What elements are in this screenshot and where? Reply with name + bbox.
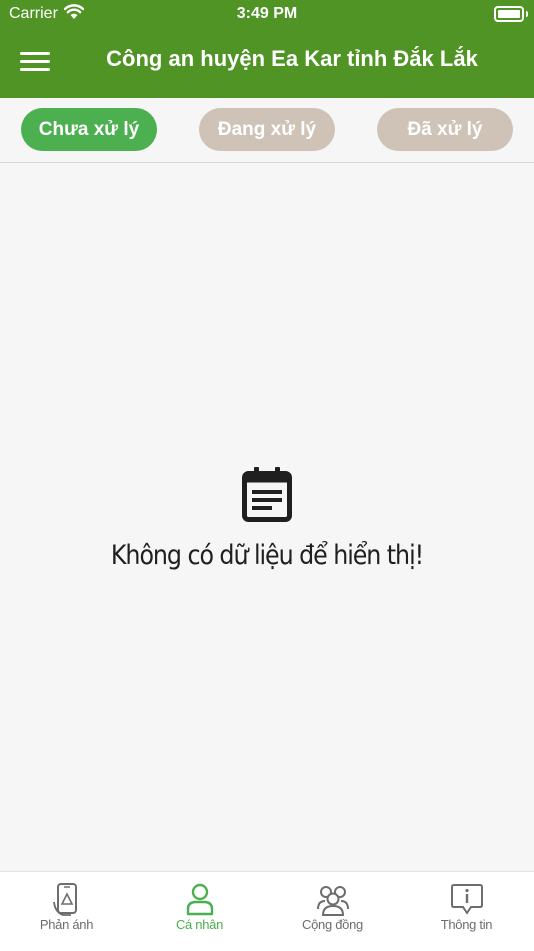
empty-message: Không có dữ liệu để hiển thị! bbox=[110, 540, 424, 571]
app-header: Carrier 3:49 PM Công an huyện Ea Kar tỉn… bbox=[0, 0, 534, 98]
page-title: Công an huyện Ea Kar tỉnh Đắk Lắk bbox=[106, 46, 478, 71]
status-bar: Carrier 3:49 PM bbox=[0, 0, 534, 28]
info-message-icon bbox=[450, 884, 483, 915]
nav-item-ca-nhan[interactable]: Cá nhân bbox=[133, 882, 266, 944]
document-list-icon bbox=[242, 467, 292, 522]
tab-chua-xu-ly[interactable]: Chưa xử lý bbox=[21, 108, 157, 151]
hamburger-menu-icon[interactable] bbox=[20, 50, 52, 74]
community-icon bbox=[316, 886, 349, 916]
bottom-navigation: Phản ánh Cá nhân Cộng đồng Thông tin bbox=[0, 871, 534, 951]
user-icon bbox=[186, 883, 213, 916]
nav-label-cong-dong: Cộng đồng bbox=[302, 917, 363, 932]
battery-icon bbox=[494, 6, 524, 22]
phone-report-icon bbox=[52, 883, 77, 916]
status-time: 3:49 PM bbox=[236, 5, 298, 22]
nav-item-phan-anh[interactable]: Phản ánh bbox=[0, 882, 133, 944]
nav-item-thong-tin[interactable]: Thông tin bbox=[400, 882, 533, 944]
tab-da-xu-ly[interactable]: Đã xử lý bbox=[377, 108, 513, 151]
nav-label-phan-anh: Phản ánh bbox=[39, 917, 94, 932]
nav-item-cong-dong[interactable]: Cộng đồng bbox=[266, 882, 399, 944]
nav-label-thong-tin: Thông tin bbox=[440, 917, 493, 932]
tab-dang-xu-ly[interactable]: Đang xử lý bbox=[199, 108, 335, 151]
empty-state: Không có dữ liệu để hiển thị! bbox=[0, 465, 534, 571]
status-filter-tabs: Chưa xử lý Đang xử lý Đã xử lý bbox=[0, 98, 534, 163]
nav-label-ca-nhan: Cá nhân bbox=[175, 917, 224, 932]
